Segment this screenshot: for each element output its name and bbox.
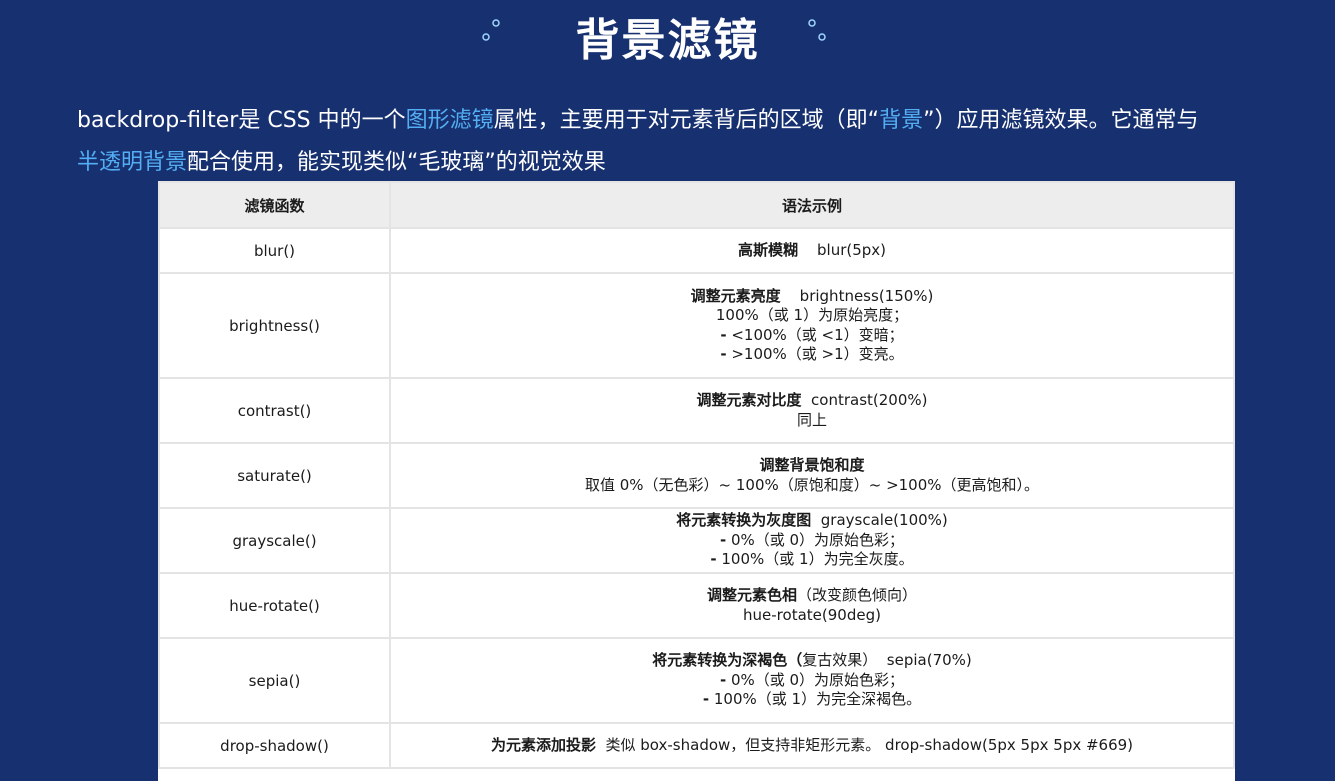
example-text: >100%（或 >1）变亮。: [726, 345, 904, 363]
example-line: - 0%（或 0）为原始色彩；: [391, 671, 1233, 691]
example-text: 100%（或 1）为完全深褐色。: [709, 690, 922, 709]
filter-function-cell: drop-shadow(): [158, 722, 391, 769]
example-bold-text: 为元素添加投影: [490, 735, 596, 754]
title-bar: 背景滤镜: [0, 0, 1335, 66]
example-line: 高斯模糊 blur(5px): [391, 241, 1233, 261]
example-bold-text: 调整背景饱和度: [759, 456, 865, 474]
example-line: - 100%（或 1）为完全灰度。: [391, 550, 1233, 570]
syntax-example-cell: 调整元素对比度 contrast(200%) 同上: [389, 377, 1235, 444]
syntax-example-cell: 为元素添加投影 类似 box-shadow，但支持非矩形元素。 drop-sha…: [389, 722, 1235, 769]
table-row: drop-shadow() 为元素添加投影 类似 box-shadow，但支持非矩…: [158, 722, 1235, 769]
header-syntax-example: 语法示例: [389, 181, 1235, 229]
syntax-example-cell: 调整元素亮度 brightness(150%) 100%（或 1）为原始亮度； - …: [389, 272, 1235, 379]
example-bold-text: 调整元素色相: [706, 586, 797, 604]
filter-function-cell: brightness(): [158, 272, 391, 379]
intro-text-2: 属性，主要用于对元素背后的区域（即“: [493, 108, 880, 133]
title-right-decoration: [808, 19, 1058, 41]
table-row: brightness() 调整元素亮度 brightness(150%) 100%（…: [158, 272, 1235, 379]
example-line: 为元素添加投影 类似 box-shadow，但支持非矩形元素。 drop-sha…: [391, 736, 1233, 756]
example-text: 同上: [796, 410, 827, 429]
example-line: - 0%（或 0）为原始色彩；: [391, 531, 1233, 551]
example-line: 将元素转换为灰度图 grayscale(100%): [391, 511, 1233, 531]
example-bold-text: 调整元素对比度: [696, 391, 802, 409]
intro-text-3: ”）应用滤镜效果。它通常与: [923, 108, 1199, 133]
filter-table: 滤镜函数 语法示例 blur() 高斯模糊 blur(5px) brightness…: [158, 181, 1235, 769]
example-text: 0%（或 0）为原始色彩；: [726, 530, 905, 549]
filter-function-cell: saturate(): [158, 442, 391, 509]
example-text: 100%（或 1）为完全灰度。: [716, 550, 914, 569]
example-bold-text: 高斯模糊: [737, 240, 798, 259]
example-text: grayscale(100%): [811, 511, 948, 530]
syntax-example-cell: 调整背景饱和度 取值 0%（无色彩）~ 100%（原饱和度）~ >100%（更高饱…: [389, 442, 1235, 509]
syntax-example-cell: 调整元素色相（改变颜色倾向） hue-rotate(90deg): [389, 572, 1235, 639]
filter-function-cell: grayscale(): [158, 507, 391, 574]
intro-text-1: backdrop-filter是 CSS 中的一个: [77, 108, 406, 133]
example-line: 100%（或 1）为原始亮度；: [391, 306, 1233, 326]
example-text: （改变颜色倾向）: [797, 586, 918, 604]
example-text: 取值 0%（无色彩）~ 100%（原饱和度）~ >100%（更高饱和）。: [584, 475, 1040, 494]
example-line: - <100%（或 <1）变暗；: [391, 326, 1233, 346]
table-row: hue-rotate() 调整元素色相（改变颜色倾向） hue-rotate(90d…: [158, 572, 1235, 639]
example-line: 调整元素对比度 contrast(200%): [391, 391, 1233, 411]
example-text: brightness(150%): [780, 286, 934, 305]
intro-highlight-1: 图形滤镜: [405, 108, 494, 133]
example-text: 复古效果） sepia(70%): [802, 651, 972, 670]
table-row: sepia() 将元素转换为深褐色（复古效果） sepia(70%) - 0%（或 …: [158, 637, 1235, 724]
example-text: hue-rotate(90deg): [743, 605, 881, 624]
syntax-example-cell: 将元素转换为深褐色（复古效果） sepia(70%) - 0%（或 0）为原始色彩…: [389, 637, 1235, 724]
filter-table-container: 滤镜函数 语法示例 blur() 高斯模糊 blur(5px) brightness…: [158, 181, 1235, 781]
intro-paragraph: backdrop-filter是 CSS 中的一个图形滤镜属性，主要用于对元素背…: [77, 100, 1292, 184]
page-title: 背景滤镜: [575, 15, 760, 66]
example-text: 类似 box-shadow，但支持非矩形元素。 drop-shadow(5px …: [595, 735, 1134, 754]
filter-function-cell: sepia(): [158, 637, 391, 724]
table-row: saturate() 调整背景饱和度 取值 0%（无色彩）~ 100%（原饱和度）~…: [158, 442, 1235, 509]
example-line: hue-rotate(90deg): [391, 606, 1233, 626]
example-line: 将元素转换为深褐色（复古效果） sepia(70%): [391, 651, 1233, 671]
example-text: 100%（或 1）为原始亮度；: [715, 306, 909, 324]
example-bold-text: 调整元素亮度: [690, 286, 781, 305]
table-row: blur() 高斯模糊 blur(5px): [158, 227, 1235, 274]
table-row: grayscale() 将元素转换为灰度图 grayscale(100%) - 0%…: [158, 507, 1235, 574]
example-line: 取值 0%（无色彩）~ 100%（原饱和度）~ >100%（更高饱和）。: [391, 476, 1233, 496]
example-line: 调整元素色相（改变颜色倾向）: [391, 586, 1233, 606]
header-filter-function: 滤镜函数: [158, 181, 391, 229]
example-bold-text: 将元素转换为深褐色（: [652, 651, 803, 670]
example-line: 调整元素亮度 brightness(150%): [391, 287, 1233, 307]
intro-text-4: 配合使用，能实现类似“毛玻璃”的视觉效果: [187, 150, 606, 175]
example-bold-text: 将元素转换为灰度图: [676, 511, 812, 530]
syntax-example-cell: 将元素转换为灰度图 grayscale(100%) - 0%（或 0）为原始色彩；…: [389, 507, 1235, 574]
filter-function-cell: contrast(): [158, 377, 391, 444]
filter-function-cell: hue-rotate(): [158, 572, 391, 639]
table-header-row: 滤镜函数 语法示例: [158, 181, 1235, 229]
intro-highlight-2: 背景: [879, 108, 924, 133]
example-line: 调整背景饱和度: [391, 456, 1233, 476]
filter-function-cell: blur(): [158, 227, 391, 274]
example-text: blur(5px): [797, 240, 887, 259]
example-line: - 100%（或 1）为完全深褐色。: [391, 690, 1233, 710]
table-row: contrast() 调整元素对比度 contrast(200%) 同上: [158, 377, 1235, 444]
example-text: 0%（或 0）为原始色彩；: [726, 670, 905, 689]
example-text: contrast(200%): [801, 391, 928, 409]
syntax-example-cell: 高斯模糊 blur(5px): [389, 227, 1235, 274]
example-line: - >100%（或 >1）变亮。: [391, 345, 1233, 365]
example-text: <100%（或 <1）变暗；: [726, 325, 904, 344]
intro-highlight-3: 半透明背景: [77, 150, 188, 175]
example-line: 同上: [391, 411, 1233, 431]
